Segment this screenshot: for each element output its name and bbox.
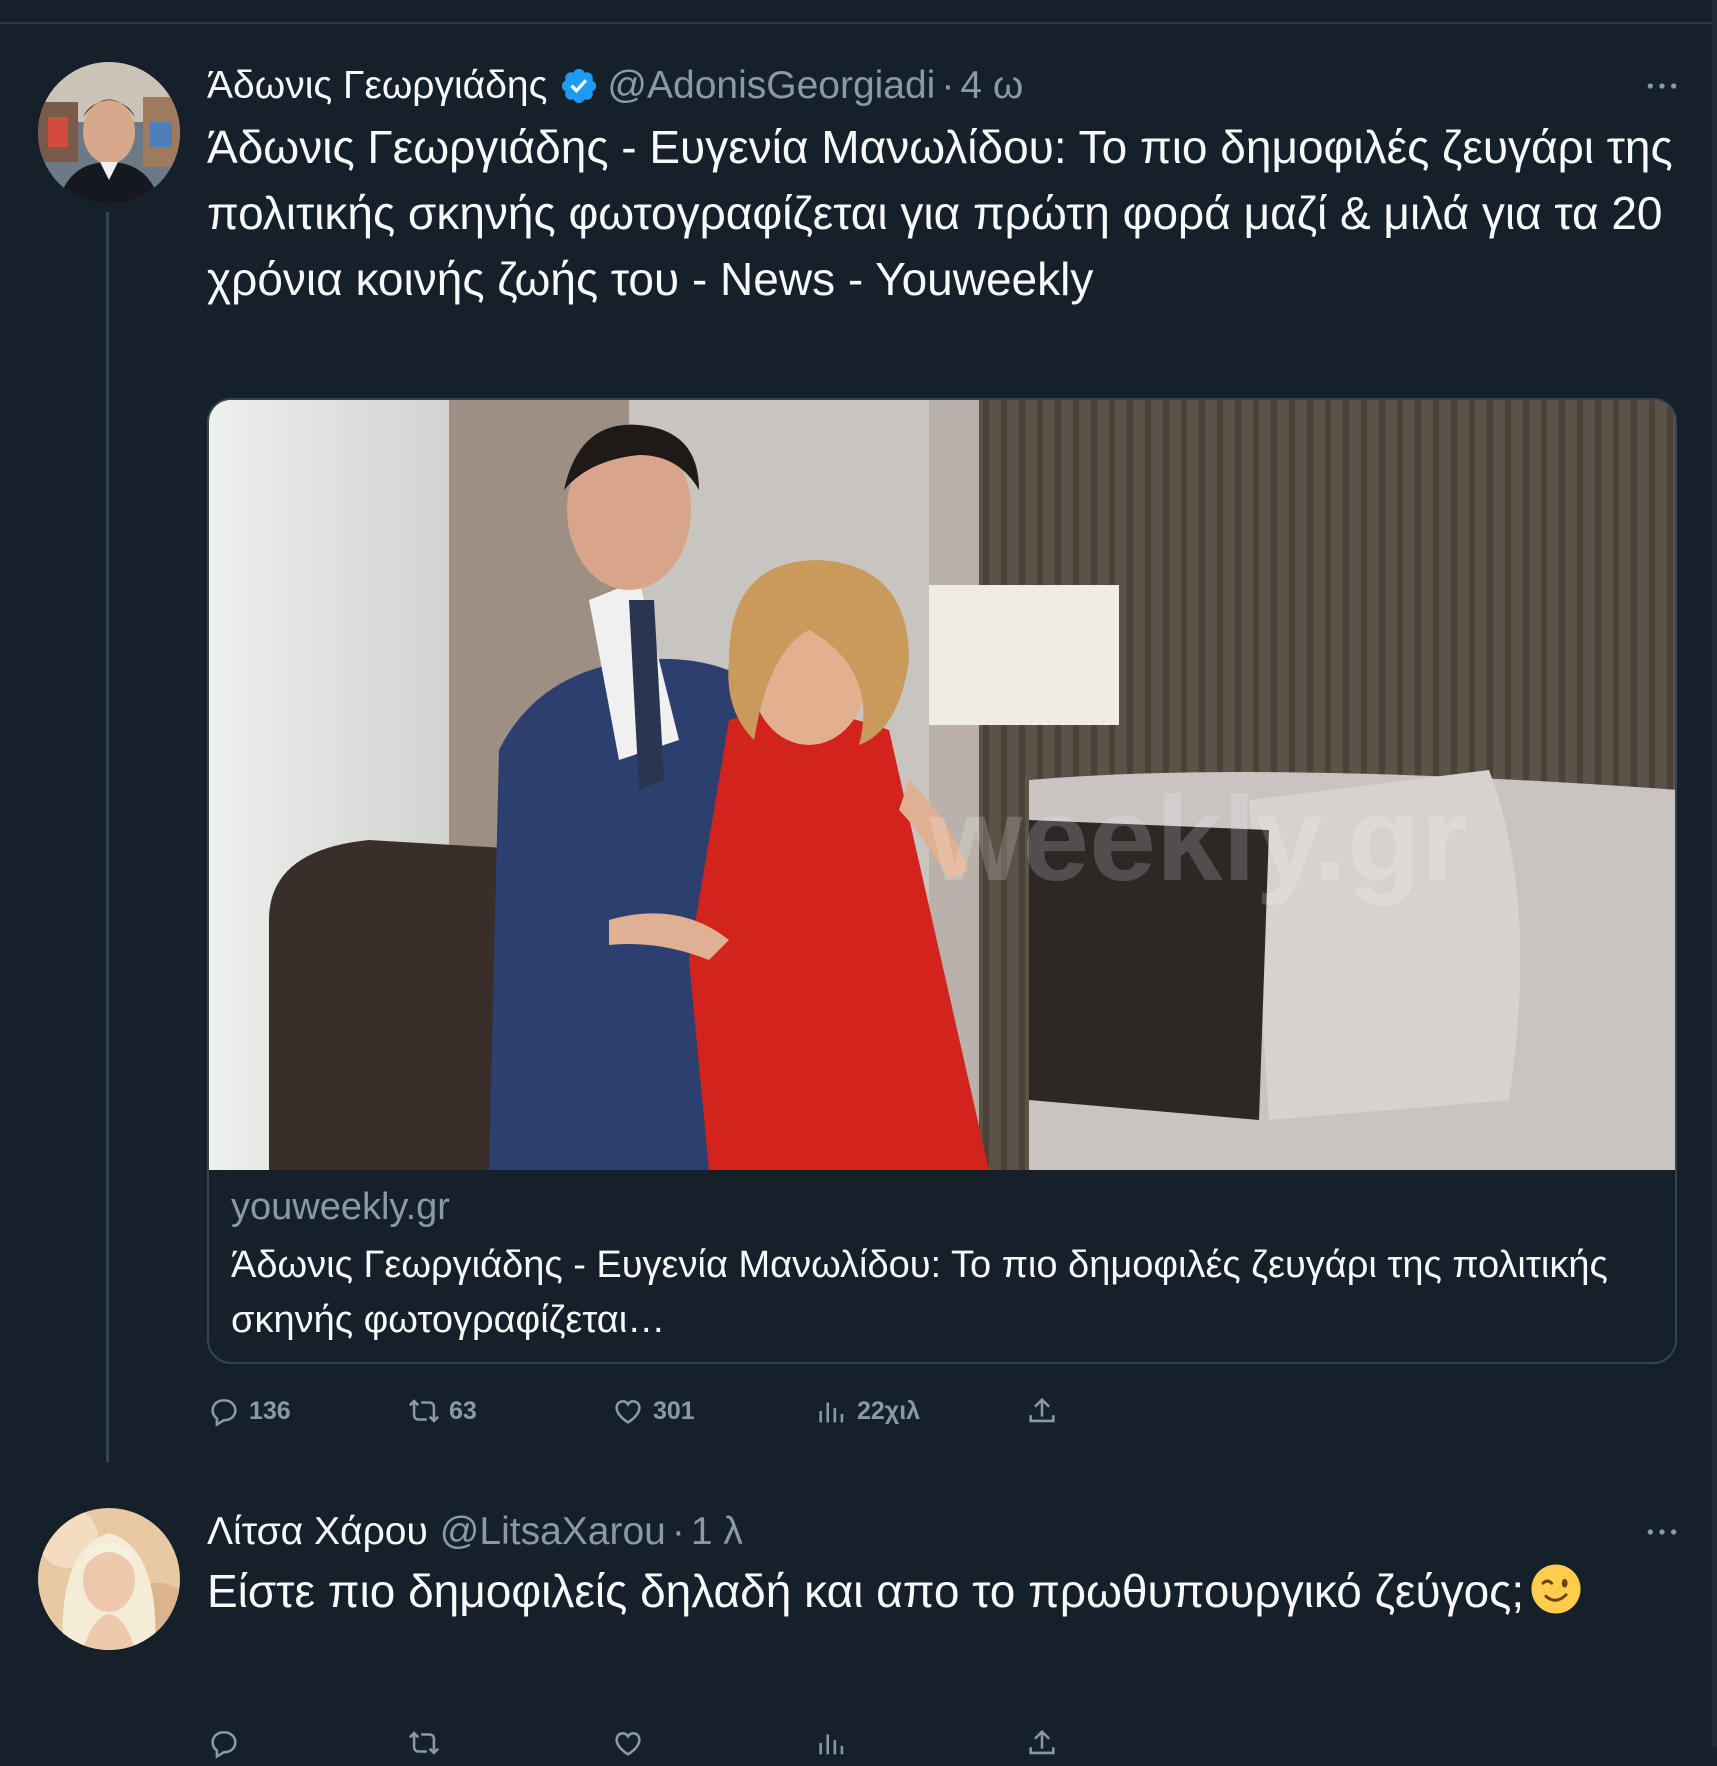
retweet-count: 63 bbox=[449, 1396, 477, 1425]
card-domain: youweekly.gr bbox=[231, 1186, 450, 1228]
top-divider bbox=[0, 22, 1717, 24]
author-display-name[interactable]: Λίτσα Χάρου bbox=[207, 1510, 428, 1554]
thread-line bbox=[106, 212, 109, 1462]
like-button[interactable]: 301 bbox=[611, 1394, 695, 1428]
avatar[interactable] bbox=[38, 62, 180, 204]
author-handle[interactable]: @AdonisGeorgiadi bbox=[607, 64, 935, 108]
like-count: 301 bbox=[653, 1396, 695, 1425]
avatar[interactable] bbox=[38, 1508, 180, 1650]
tweet-text: Άδωνις Γεωργιάδης - Ευγενία Μανωλίδου: Τ… bbox=[207, 121, 1673, 305]
views-icon bbox=[819, 1402, 844, 1423]
retweet-button[interactable]: 63 bbox=[407, 1394, 477, 1428]
share-button[interactable] bbox=[1025, 1726, 1067, 1760]
share-button[interactable] bbox=[1025, 1394, 1067, 1428]
tweet-timestamp[interactable]: 4 ω bbox=[960, 64, 1023, 108]
card-title: Άδωνις Γεωργιάδης - Ευγενία Μανωλίδου: Τ… bbox=[231, 1244, 1608, 1341]
reply-icon bbox=[211, 1399, 237, 1427]
tweet-actions bbox=[207, 1726, 1107, 1766]
tweet-actions: 136 63 301 22χιλ bbox=[207, 1394, 1107, 1434]
retweet-icon bbox=[408, 1399, 440, 1423]
like-icon bbox=[615, 1732, 641, 1756]
share-icon bbox=[1029, 1729, 1055, 1755]
reply-button[interactable] bbox=[207, 1726, 249, 1760]
views-icon bbox=[819, 1734, 844, 1755]
more-icon[interactable] bbox=[1642, 66, 1682, 106]
reply-count: 136 bbox=[249, 1396, 291, 1425]
author-display-name[interactable]: Άδωνις Γεωργιάδης bbox=[207, 64, 547, 108]
card-image: weekly.gr bbox=[209, 400, 1675, 1170]
winking-face-icon bbox=[1531, 1564, 1581, 1614]
card-watermark: weekly.gr bbox=[928, 772, 1467, 906]
tweet[interactable]: Άδωνις Γεωργιάδης @AdonisGeorgiadi · 4 ω… bbox=[0, 62, 1717, 1472]
tweet-timestamp[interactable]: 1 λ bbox=[691, 1510, 743, 1554]
separator: · bbox=[671, 1510, 685, 1553]
tweet-header: Άδωνις Γεωργιάδης @AdonisGeorgiadi · 4 ω bbox=[207, 62, 1023, 110]
retweet-button[interactable] bbox=[407, 1726, 449, 1760]
reply-icon bbox=[211, 1731, 237, 1759]
tweet-text-container: Είστε πιο δημοφιλείς δηλαδή και απο το π… bbox=[207, 1558, 1687, 1624]
author-handle[interactable]: @LitsaXarou bbox=[440, 1510, 666, 1554]
like-icon bbox=[615, 1400, 641, 1424]
views-button[interactable]: 22χιλ bbox=[815, 1394, 920, 1428]
separator: · bbox=[941, 64, 955, 107]
link-card[interactable]: weekly.gr youweekly.gr Άδωνις Γεωργιάδης… bbox=[207, 398, 1677, 1364]
reply-button[interactable]: 136 bbox=[207, 1394, 291, 1428]
share-icon bbox=[1029, 1397, 1055, 1423]
tweet-header: Λίτσα Χάρου @LitsaXarou · 1 λ bbox=[207, 1508, 743, 1556]
verified-badge-icon bbox=[562, 68, 597, 104]
more-icon[interactable] bbox=[1642, 1512, 1682, 1552]
retweet-icon bbox=[408, 1731, 440, 1755]
tweet-text: Είστε πιο δημοφιλείς δηλαδή και απο το π… bbox=[207, 1565, 1525, 1617]
views-count: 22χιλ bbox=[857, 1396, 921, 1425]
views-button[interactable] bbox=[815, 1726, 857, 1760]
tweet[interactable]: Λίτσα Χάρου @LitsaXarou · 1 λ Είστε πιο … bbox=[0, 1508, 1717, 1759]
like-button[interactable] bbox=[611, 1726, 653, 1760]
